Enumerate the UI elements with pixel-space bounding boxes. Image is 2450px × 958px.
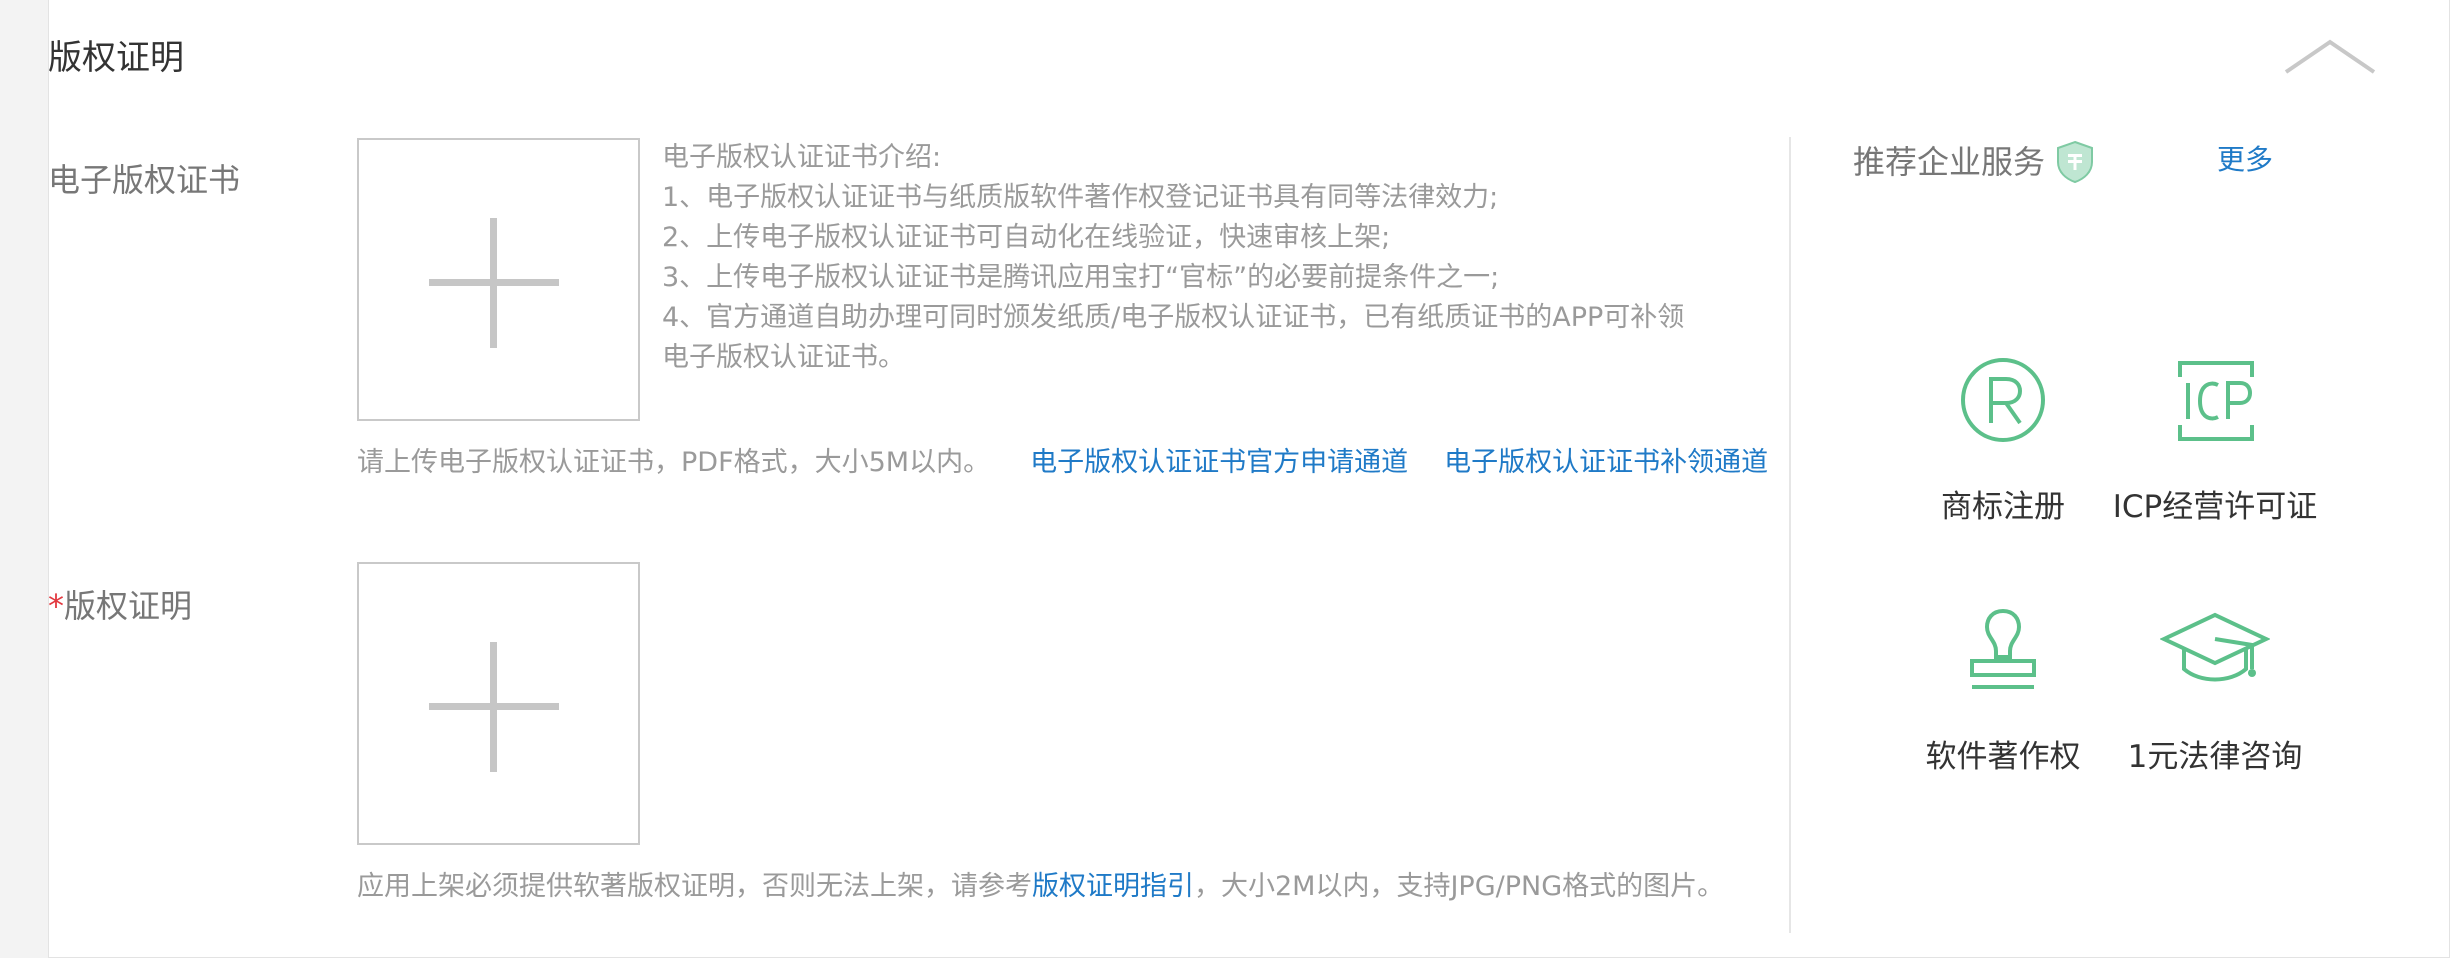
service-software-copyright[interactable]: 软件著作权 — [1883, 605, 2123, 776]
intro-line: 4、官方通道自助办理可同时颁发纸质/电子版权认证证书，已有纸质证书的APP可补领 — [662, 302, 1685, 333]
service-legal-consult[interactable]: 1元法律咨询 — [2095, 605, 2335, 776]
intro-line: 3、上传电子版权认证证书是腾讯应用宝打“官标”的必要前提条件之一; — [662, 262, 1500, 293]
apply-channel-link[interactable]: 电子版权认证证书官方申请通道 — [1030, 447, 1408, 478]
copyright-proof-label-wrap: *版权证明 — [48, 584, 192, 628]
section-title: 版权证明 — [48, 38, 184, 78]
reissue-channel-link[interactable]: 电子版权认证证书补领通道 — [1444, 447, 1768, 478]
service-label: 软件著作权 — [1925, 739, 2081, 775]
service-icp[interactable]: ICP经营许可证 — [2095, 355, 2335, 526]
copyright-proof-hint-prefix: 应用上架必须提供软著版权证明，否则无法上架，请参考 — [357, 871, 1032, 902]
service-label: ICP经营许可证 — [2112, 489, 2318, 525]
intro-line: 电子版权认证证书介绍: — [662, 142, 942, 173]
service-label: 1元法律咨询 — [2127, 739, 2303, 775]
intro-line: 2、上传电子版权认证证书可自动化在线验证，快速审核上架; — [662, 222, 1391, 253]
graduation-cap-icon — [2160, 612, 2270, 682]
shield-icon — [2057, 140, 2093, 184]
chevron-up-icon — [2284, 39, 2376, 74]
copyright-proof-hint: 应用上架必须提供软著版权证明，否则无法上架，请参考版权证明指引，大小2M以内，支… — [357, 867, 1724, 907]
intro-line: 电子版权认证证书。 — [662, 342, 905, 373]
intro-line: 1、电子版权认证证书与纸质版软件著作权登记证书具有同等法律效力; — [662, 182, 1499, 213]
service-label: 商标注册 — [1941, 489, 2065, 525]
trademark-icon — [1961, 358, 2045, 442]
plus-icon — [429, 642, 559, 772]
more-link[interactable]: 更多 — [2217, 140, 2273, 180]
collapse-button[interactable] — [2280, 30, 2380, 90]
sidebar-title: 推荐企业服务 — [1853, 143, 2046, 181]
electronic-cert-hint: 请上传电子版权认证证书，PDF格式，大小5M以内。 电子版权认证证书官方申请通道 电… — [357, 443, 1768, 483]
sidebar-divider — [1789, 137, 1791, 933]
stamp-icon — [1970, 608, 2036, 689]
copyright-guide-link[interactable]: 版权证明指引 — [1032, 871, 1194, 902]
electronic-cert-intro: 电子版权认证证书介绍: 1、电子版权认证证书与纸质版软件著作权登记证书具有同等法… — [662, 138, 1812, 378]
copyright-proof-hint-suffix: ，大小2M以内，支持JPG/PNG格式的图片。 — [1194, 871, 1725, 902]
icp-icon — [2178, 361, 2254, 441]
electronic-cert-label: 电子版权证书 — [48, 161, 241, 199]
required-mark: * — [48, 587, 64, 625]
plus-icon — [429, 218, 559, 348]
copyright-proof-label: 版权证明 — [64, 587, 193, 625]
copyright-proof-upload[interactable] — [357, 562, 640, 845]
electronic-cert-hint-text: 请上传电子版权认证证书，PDF格式，大小5M以内。 — [357, 447, 991, 478]
electronic-cert-upload[interactable] — [357, 138, 640, 421]
service-trademark[interactable]: 商标注册 — [1883, 355, 2123, 526]
